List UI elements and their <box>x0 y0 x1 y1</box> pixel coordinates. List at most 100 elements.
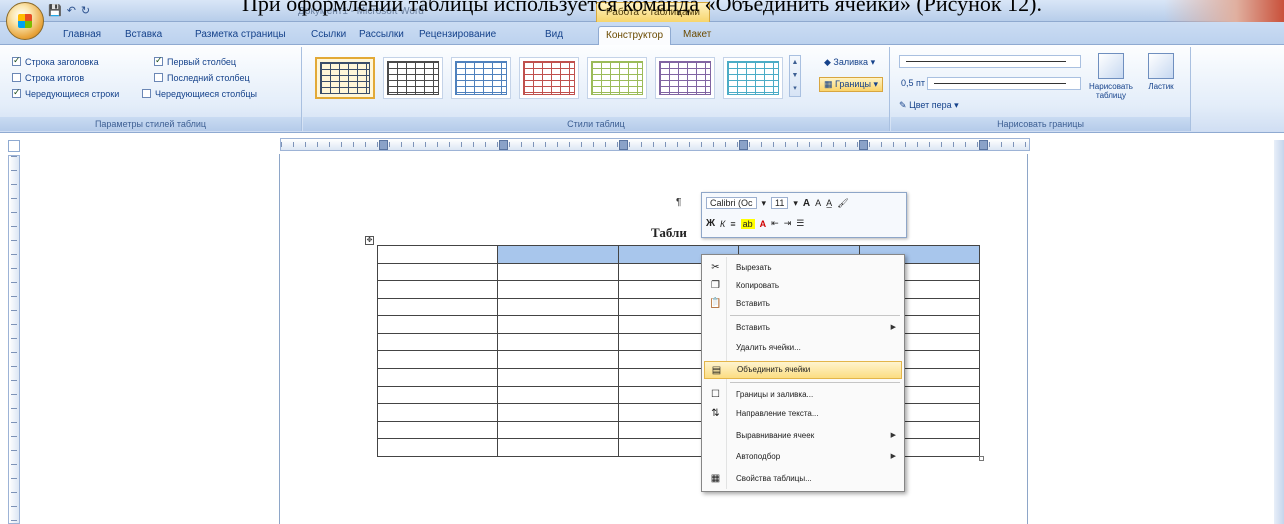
table-style-thumb[interactable] <box>655 57 715 99</box>
table-cell[interactable] <box>376 350 499 370</box>
table-cell[interactable] <box>376 438 499 457</box>
table-cell[interactable] <box>376 403 499 422</box>
checkbox-checked-icon <box>154 55 163 66</box>
font-name-select[interactable]: Calibri (Ос <box>706 197 757 209</box>
column-marker[interactable] <box>979 140 988 150</box>
menu-item-delete-cells[interactable]: Удалить ячейки... <box>704 339 902 357</box>
highlight-icon[interactable]: ab <box>740 218 755 229</box>
italic-button[interactable]: К <box>720 219 725 229</box>
chevron-down-icon[interactable]: ▾ <box>762 198 767 209</box>
table-cell[interactable] <box>497 420 619 440</box>
table-resize-handle[interactable] <box>979 456 984 461</box>
table-cell[interactable] <box>497 280 619 299</box>
vertical-ruler[interactable] <box>8 155 20 524</box>
tab-layout[interactable]: Макет <box>676 26 718 45</box>
table-cell[interactable] <box>497 297 619 317</box>
grow-font-button[interactable]: A <box>803 198 810 209</box>
table-style-thumb[interactable] <box>315 57 375 99</box>
menu-separator <box>730 382 900 383</box>
banded-columns-checkbox[interactable]: Чередующиеся столбцы <box>142 89 257 99</box>
menu-item-insert[interactable]: Вставить ▶ <box>704 319 902 337</box>
format-painter-icon[interactable]: 🖌 <box>837 198 848 209</box>
table-cell[interactable] <box>376 262 499 282</box>
menu-item-text-direction[interactable]: ⇅ Направление текста... <box>704 405 902 423</box>
table-cell[interactable] <box>497 350 619 370</box>
tab-design[interactable]: Конструктор <box>598 26 672 45</box>
table-cell[interactable] <box>376 420 499 440</box>
table-move-handle-icon[interactable]: ✥ <box>365 236 374 245</box>
menu-item-cell-alignment[interactable]: Выравнивание ячеек ▶ <box>704 427 902 445</box>
column-marker[interactable] <box>499 140 508 150</box>
menu-item-cut[interactable]: ✂ Вырезать <box>704 259 902 277</box>
menu-item-paste[interactable]: 📋 Вставить <box>704 295 902 313</box>
table-cell[interactable] <box>376 315 499 334</box>
shading-button[interactable]: ◆ Заливка ▾ <box>824 57 875 68</box>
pen-weight-value[interactable]: 0,5 пт <box>901 78 925 88</box>
tab-mailings[interactable]: Рассылки <box>352 26 411 45</box>
line-style-dropdown[interactable] <box>899 55 1081 68</box>
table-cell[interactable] <box>376 385 499 405</box>
last-column-checkbox[interactable]: Последний столбец <box>154 73 250 83</box>
table-cell[interactable] <box>376 368 499 387</box>
chevron-down-icon[interactable]: ▾ <box>793 198 798 209</box>
table-cell[interactable] <box>497 385 619 405</box>
font-color-button[interactable]: A <box>760 219 767 229</box>
total-row-checkbox[interactable]: Строка итогов <box>12 73 84 83</box>
menu-item-copy[interactable]: ❐ Копировать <box>704 277 902 295</box>
first-column-checkbox[interactable]: Первый столбец <box>154 55 236 67</box>
menu-item-borders-shading[interactable]: ☐ Границы и заливка... <box>704 386 902 404</box>
table-cell[interactable] <box>497 332 619 352</box>
align-center-button[interactable]: ≡ <box>730 219 735 229</box>
column-marker[interactable] <box>739 140 748 150</box>
decrease-indent-icon[interactable]: ⇤ <box>771 218 779 229</box>
table-style-thumb[interactable] <box>383 57 443 99</box>
pen-color-button[interactable]: ✎ Цвет пера ▾ <box>899 100 959 111</box>
font-size-select[interactable]: 11 <box>771 197 789 209</box>
header-row-checkbox[interactable]: Строка заголовка <box>12 55 99 67</box>
table-cell[interactable] <box>497 262 619 282</box>
column-marker[interactable] <box>379 140 388 150</box>
tab-references[interactable]: Ссылки <box>304 26 353 45</box>
table-cell[interactable] <box>497 403 619 422</box>
table-cell[interactable] <box>497 368 619 387</box>
gallery-scroll-arrows[interactable]: ▲ ▼ ▾ <box>789 55 801 97</box>
menu-item-merge-cells[interactable]: ▤ Объединить ячейки <box>704 361 902 379</box>
ruler-toggle[interactable] <box>8 140 20 152</box>
table-style-thumb[interactable] <box>723 57 783 99</box>
eraser-button[interactable]: Ластик <box>1137 53 1185 91</box>
table-cell[interactable] <box>376 280 499 299</box>
borders-button[interactable]: ▦ Границы ▾ <box>819 77 884 92</box>
tab-view[interactable]: Вид <box>538 26 570 45</box>
styles-icon[interactable]: A̲ <box>826 198 832 208</box>
table-cell[interactable] <box>497 438 619 457</box>
column-marker[interactable] <box>859 140 868 150</box>
table-cell[interactable] <box>497 315 619 334</box>
increase-indent-icon[interactable]: ⇥ <box>784 218 792 229</box>
column-marker[interactable] <box>619 140 628 150</box>
tab-insert[interactable]: Вставка <box>118 26 169 45</box>
table-cell-selected[interactable] <box>497 245 619 264</box>
table-style-thumb[interactable] <box>519 57 579 99</box>
menu-item-autofit[interactable]: Автоподбор ▶ <box>704 448 902 466</box>
tab-home[interactable]: Главная <box>56 26 108 45</box>
table-cell[interactable] <box>376 332 499 352</box>
shrink-font-button[interactable]: A <box>815 198 821 208</box>
draw-table-button[interactable]: Нарисовать таблицу <box>1087 53 1135 100</box>
checkbox-unchecked-icon <box>142 89 151 98</box>
table-style-thumb[interactable] <box>587 57 647 99</box>
table-style-thumb[interactable] <box>451 57 511 99</box>
table-cell[interactable] <box>376 245 499 264</box>
vertical-scrollbar[interactable] <box>1274 140 1284 524</box>
merge-cells-icon: ▤ <box>711 365 722 376</box>
horizontal-ruler[interactable] <box>280 138 1030 151</box>
menu-item-table-properties[interactable]: ▦ Свойства таблицы... <box>704 470 902 488</box>
table-cell[interactable] <box>376 297 499 317</box>
bold-button[interactable]: Ж <box>706 218 715 229</box>
tab-page-layout[interactable]: Разметка страницы <box>188 26 293 45</box>
tab-review[interactable]: Рецензирование <box>412 26 503 45</box>
pen-weight-dropdown[interactable] <box>927 77 1081 90</box>
banded-rows-checkbox[interactable]: Чередующиеся строки <box>12 87 119 99</box>
office-button[interactable] <box>6 2 44 40</box>
bullets-icon[interactable]: ☰ <box>796 218 804 229</box>
table-grid-icon <box>659 61 711 95</box>
